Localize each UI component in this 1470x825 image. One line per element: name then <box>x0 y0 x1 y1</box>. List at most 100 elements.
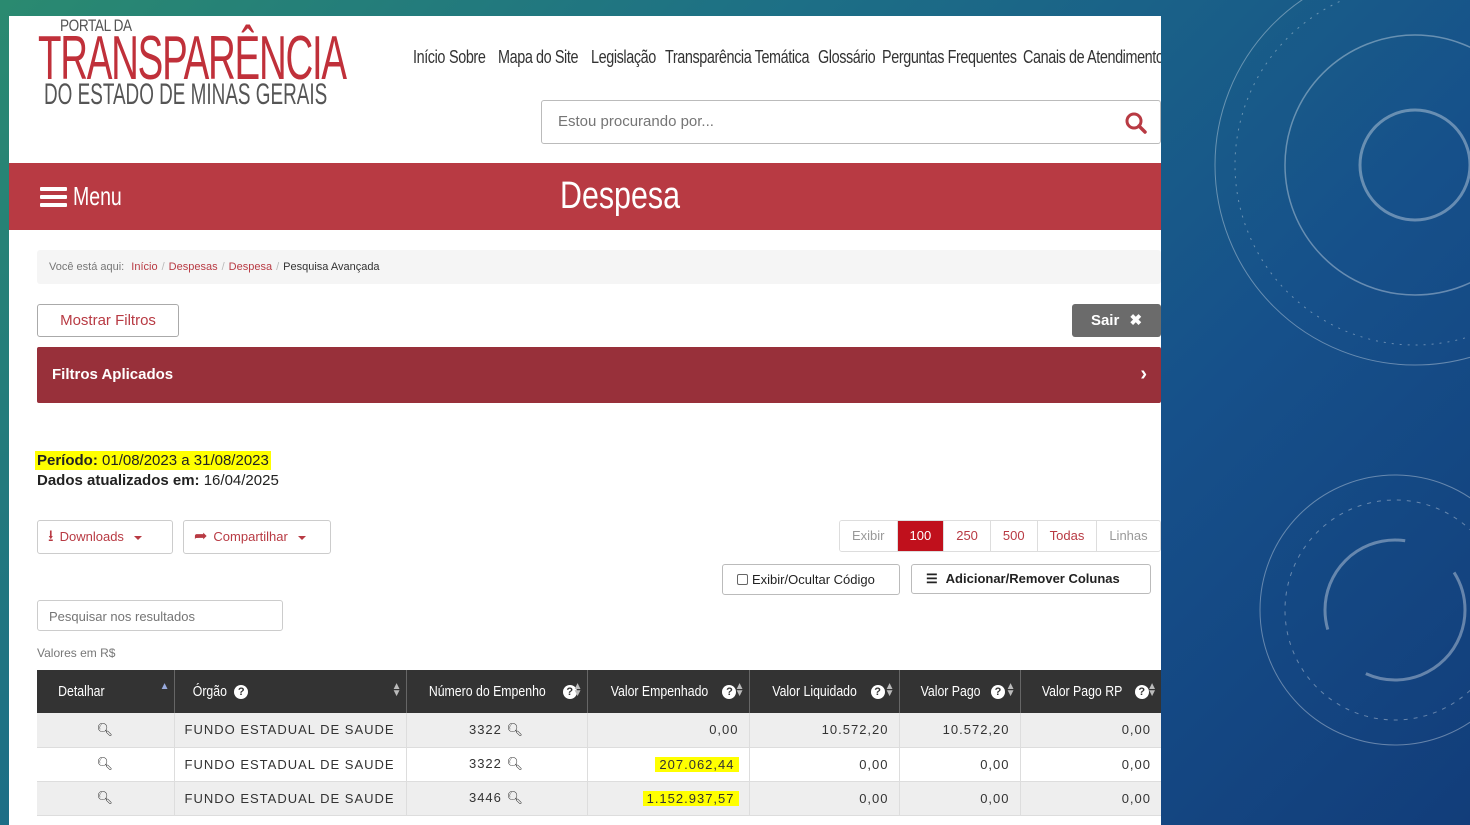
downloads-label: Downloads <box>59 529 124 544</box>
breadcrumb-despesa[interactable]: Despesa <box>229 261 272 273</box>
cell-empenho[interactable]: 3322 🔍︎ <box>406 747 588 782</box>
detail-search-icon[interactable]: 🔍︎ <box>37 781 175 816</box>
pager-option-100[interactable]: 100 <box>897 521 945 551</box>
breadcrumb-despesas[interactable]: Despesas <box>169 261 218 273</box>
col-valor-pago[interactable]: Valor Pago? ▲ ▼ <box>899 670 1021 713</box>
cell-pago: 0,00 <box>899 747 1021 782</box>
breadcrumb-inicio[interactable]: Início <box>131 261 157 273</box>
site-search-input[interactable] <box>558 113 1098 130</box>
cell-liquidado: 0,00 <box>749 781 900 816</box>
nav-inicio[interactable]: Início <box>413 47 445 68</box>
applied-filters-panel[interactable]: Filtros Aplicados › <box>37 347 1161 403</box>
highlighted-value: 207.062,44 <box>655 756 739 772</box>
updated-info: Dados atualizados em: 16/04/2025 <box>37 472 279 489</box>
cell-empenhado: 1.152.937,57 <box>587 781 750 816</box>
page-title: Despesa <box>560 175 680 217</box>
highlighted-value: 1.152.937,57 <box>642 790 739 806</box>
breadcrumb-prefix: Você está aqui: <box>49 261 125 273</box>
col-orgao[interactable]: Órgão? ▲ ▼ <box>174 670 407 713</box>
updated-label: Dados atualizados em: <box>37 472 200 489</box>
period-value: 01/08/2023 a 31/08/2023 <box>102 452 269 469</box>
pager-option-500[interactable]: 500 <box>990 521 1038 551</box>
cell-pago-rp: 0,00 <box>1020 781 1161 816</box>
top-nav: Início Sobre Mapa do Site Legislação Tra… <box>413 47 1161 68</box>
col-valor-pago-rp[interactable]: Valor Pago RP? ▲ ▼ <box>1020 670 1161 713</box>
table-row: 🔍︎ FUNDO ESTADUAL DE SAUDE 3322 🔍︎ 0,00 … <box>37 713 1161 748</box>
pager-option-250[interactable]: 250 <box>944 521 991 551</box>
help-icon: ? <box>991 685 1006 699</box>
portal-logo[interactable]: PORTAL DA TRANSPARÊNCIA DO ESTADO DE MIN… <box>38 16 347 116</box>
cell-pago-rp: 0,00 <box>1020 747 1161 782</box>
page-size-selector: Exibir 100 250 500 Todas Linhas <box>839 520 1161 552</box>
nav-canais-de-atendimento[interactable]: Canais de Atendimento <box>1023 47 1161 68</box>
list-icon: ☰ <box>926 571 938 586</box>
pager-option-todas[interactable]: Todas <box>1037 521 1098 551</box>
columns-label: Adicionar/Remover Colunas <box>945 571 1120 586</box>
cell-orgao: FUNDO ESTADUAL DE SAUDE <box>174 747 407 782</box>
downloads-dropdown[interactable]: ⭳ Downloads <box>37 520 173 554</box>
chevron-right-icon: › <box>1140 363 1147 385</box>
col-detalhar[interactable]: Detalhar ▲ <box>37 670 175 713</box>
results-table: Detalhar ▲ Órgão? ▲ ▼ Número do Empenho? ▲ ▼ … <box>37 670 1161 816</box>
sort-icon: ▲ ▼ <box>884 681 895 699</box>
breadcrumb: Você está aqui: Início / Despesas / Despesa /… <box>37 250 1161 284</box>
cell-orgao: FUNDO ESTADUAL DE SAUDE <box>174 713 407 748</box>
col-numero-empenho[interactable]: Número do Empenho? ▲ ▼ <box>406 670 588 713</box>
columns-button[interactable]: ☰ Adicionar/Remover Colunas <box>911 564 1151 594</box>
menu-button[interactable]: Menu <box>40 181 138 212</box>
share-label: Compartilhar <box>213 529 288 544</box>
help-icon: ? <box>870 685 885 699</box>
detail-search-icon[interactable]: 🔍︎ <box>37 747 175 782</box>
sort-asc-icon: ▲ <box>159 681 170 692</box>
updated-value: 16/04/2025 <box>203 472 279 489</box>
hamburger-icon <box>40 186 67 207</box>
cell-liquidado: 10.572,20 <box>749 713 900 748</box>
browser-page: PORTAL DA TRANSPARÊNCIA DO ESTADO DE MIN… <box>9 16 1161 825</box>
sort-icon: ▲ ▼ <box>1005 681 1016 699</box>
nav-perguntas-frequentes[interactable]: Perguntas Frequentes <box>882 47 1017 68</box>
table-header-row: Detalhar ▲ Órgão? ▲ ▼ Número do Empenho? ▲ ▼ … <box>37 670 1161 713</box>
breadcrumb-current: Pesquisa Avançada <box>283 261 380 273</box>
detail-search-icon[interactable]: 🔍︎ <box>37 713 175 748</box>
sort-icon: ▲ ▼ <box>734 681 745 699</box>
empenho-link[interactable]: 3322 <box>469 756 502 771</box>
cell-empenho[interactable]: 3446 🔍︎ <box>406 781 588 816</box>
background-decoration <box>1214 0 1470 746</box>
close-icon: ✖ <box>1129 312 1143 329</box>
title-bar: Menu Despesa <box>9 163 1161 230</box>
download-icon: ⭳ <box>48 528 54 545</box>
share-icon: ➦ <box>194 528 208 545</box>
checkbox-icon[interactable] <box>737 574 748 585</box>
share-dropdown[interactable]: ➦ Compartilhar <box>183 520 331 554</box>
search-icon[interactable]: 🔍︎ <box>507 790 525 805</box>
results-search-input[interactable] <box>49 609 269 624</box>
site-search <box>541 100 1161 144</box>
sort-icon: ▲ ▼ <box>391 681 402 699</box>
toggle-code-button[interactable]: Exibir/Ocultar Código <box>722 564 900 595</box>
nav-legislacao[interactable]: Legislação <box>591 47 656 68</box>
cell-empenho[interactable]: 3322 🔍︎ <box>406 713 588 748</box>
nav-sobre[interactable]: Sobre <box>449 47 486 68</box>
col-valor-liquidado[interactable]: Valor Liquidado? ▲ ▼ <box>749 670 900 713</box>
period-label: Período: <box>37 452 98 469</box>
applied-filters-label: Filtros Aplicados <box>52 366 174 383</box>
cell-pago: 10.572,20 <box>899 713 1021 748</box>
empenho-link[interactable]: 3446 <box>469 790 502 805</box>
cell-pago-rp: 0,00 <box>1020 713 1161 748</box>
menu-label: Menu <box>73 181 122 211</box>
search-icon[interactable]: 🔍︎ <box>507 756 525 771</box>
sort-icon: ▲ ▼ <box>1147 681 1157 699</box>
cell-liquidado: 0,00 <box>749 747 900 782</box>
cell-orgao: FUNDO ESTADUAL DE SAUDE <box>174 781 407 816</box>
nav-mapa-do-site[interactable]: Mapa do Site <box>498 47 578 68</box>
nav-glossario[interactable]: Glossário <box>818 47 876 68</box>
show-filters-button[interactable]: Mostrar Filtros <box>37 304 179 337</box>
cell-pago: 0,00 <box>899 781 1021 816</box>
empenho-link[interactable]: 3322 <box>469 722 502 737</box>
search-icon[interactable] <box>1124 111 1148 135</box>
search-icon[interactable]: 🔍︎ <box>507 722 525 737</box>
nav-transparencia-tematica[interactable]: Transparência Temática <box>665 47 809 68</box>
col-valor-empenhado[interactable]: Valor Empenhado? ▲ ▼ <box>587 670 750 713</box>
caret-down-icon <box>133 535 142 540</box>
exit-button[interactable]: Sair ✖ <box>1072 304 1161 337</box>
